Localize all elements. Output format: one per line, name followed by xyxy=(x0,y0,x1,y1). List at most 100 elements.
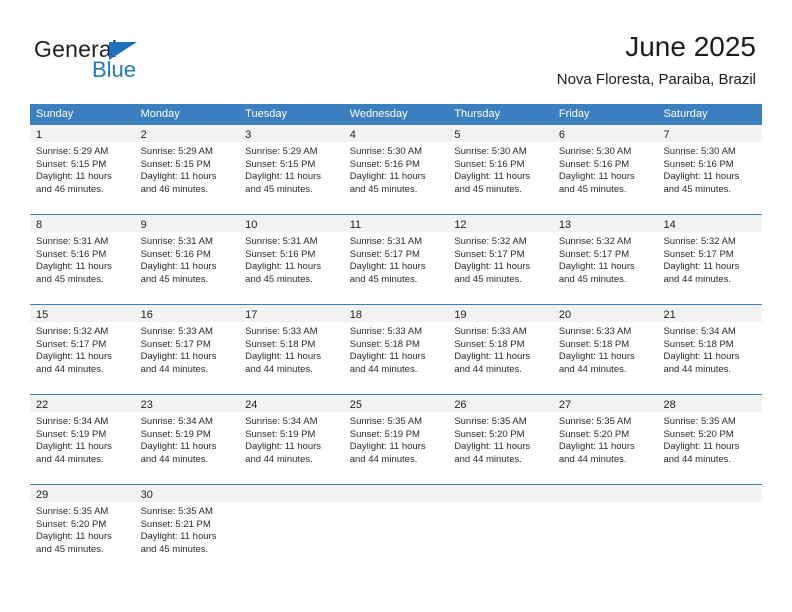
day-cell[interactable]: 9 Sunrise: 5:31 AM Sunset: 5:16 PM Dayli… xyxy=(134,215,240,304)
day-cell[interactable]: 11 Sunrise: 5:31 AM Sunset: 5:17 PM Dayl… xyxy=(343,215,449,304)
day-details: Sunrise: 5:34 AM Sunset: 5:19 PM Dayligh… xyxy=(239,412,344,466)
day-cell[interactable]: 28 Sunrise: 5:35 AM Sunset: 5:20 PM Dayl… xyxy=(657,395,763,484)
day-cell[interactable]: 3 Sunrise: 5:29 AM Sunset: 5:15 PM Dayli… xyxy=(239,125,344,214)
day-cell[interactable]: 30 Sunrise: 5:35 AM Sunset: 5:21 PM Dayl… xyxy=(134,485,240,574)
week-row: 29 Sunrise: 5:35 AM Sunset: 5:20 PM Dayl… xyxy=(30,484,763,574)
day-cell-empty xyxy=(552,485,658,574)
sunset-text: Sunset: 5:19 PM xyxy=(245,428,316,440)
day-cell[interactable]: 1 Sunrise: 5:29 AM Sunset: 5:15 PM Dayli… xyxy=(30,125,135,214)
sunset-text: Sunset: 5:15 PM xyxy=(245,158,316,170)
day-cell[interactable]: 16 Sunrise: 5:33 AM Sunset: 5:17 PM Dayl… xyxy=(134,305,240,394)
daylight-text-line2: and 44 minutes. xyxy=(663,453,732,465)
day-number: 27 xyxy=(558,399,572,411)
day-number: 20 xyxy=(558,309,572,321)
daylight-text-line1: Daylight: 11 hours xyxy=(663,441,740,453)
day-number-band: 28 xyxy=(657,395,763,412)
day-number-band xyxy=(552,485,658,502)
day-cell[interactable]: 7 Sunrise: 5:30 AM Sunset: 5:16 PM Dayli… xyxy=(657,125,763,214)
day-number-band xyxy=(657,485,763,502)
daylight-text-line1: Daylight: 11 hours xyxy=(36,531,112,543)
day-cell[interactable]: 23 Sunrise: 5:34 AM Sunset: 5:19 PM Dayl… xyxy=(134,395,240,484)
day-number: 23 xyxy=(140,399,153,411)
day-details: Sunrise: 5:31 AM Sunset: 5:17 PM Dayligh… xyxy=(344,232,449,286)
daylight-text-line1: Daylight: 11 hours xyxy=(663,351,740,363)
sunset-text: Sunset: 5:17 PM xyxy=(454,248,525,260)
day-cell[interactable]: 12 Sunrise: 5:32 AM Sunset: 5:17 PM Dayl… xyxy=(448,215,553,304)
weekday-header-monday: Monday xyxy=(140,108,180,120)
sunset-text: Sunset: 5:19 PM xyxy=(349,428,420,440)
day-cell[interactable]: 5 Sunrise: 5:30 AM Sunset: 5:16 PM Dayli… xyxy=(448,125,553,214)
daylight-text-line2: and 44 minutes. xyxy=(245,453,313,465)
sunrise-text: Sunrise: 5:31 AM xyxy=(36,236,109,247)
weekday-header-saturday: Saturday xyxy=(663,108,708,120)
sunrise-text: Sunrise: 5:33 AM xyxy=(245,326,318,337)
day-number-band: 4 xyxy=(343,125,449,142)
daylight-text-line2: and 45 minutes. xyxy=(558,183,627,195)
sunset-text: Sunset: 5:18 PM xyxy=(663,338,734,350)
day-details xyxy=(448,502,553,506)
daylight-text-line2: and 45 minutes. xyxy=(36,273,104,285)
day-cell[interactable]: 20 Sunrise: 5:33 AM Sunset: 5:18 PM Dayl… xyxy=(552,305,658,394)
day-cell[interactable]: 27 Sunrise: 5:35 AM Sunset: 5:20 PM Dayl… xyxy=(552,395,658,484)
daylight-text-line2: and 44 minutes. xyxy=(663,273,732,285)
day-cell[interactable]: 4 Sunrise: 5:30 AM Sunset: 5:16 PM Dayli… xyxy=(343,125,449,214)
daylight-text-line1: Daylight: 11 hours xyxy=(454,351,531,363)
day-number: 17 xyxy=(245,309,258,321)
day-details: Sunrise: 5:32 AM Sunset: 5:17 PM Dayligh… xyxy=(448,232,553,286)
sunset-text: Sunset: 5:20 PM xyxy=(663,428,734,440)
daylight-text-line2: and 44 minutes. xyxy=(349,453,418,465)
day-cell[interactable]: 22 Sunrise: 5:34 AM Sunset: 5:19 PM Dayl… xyxy=(30,395,135,484)
sunrise-text: Sunrise: 5:35 AM xyxy=(140,506,213,517)
day-cell[interactable]: 15 Sunrise: 5:32 AM Sunset: 5:17 PM Dayl… xyxy=(30,305,135,394)
sunrise-text: Sunrise: 5:34 AM xyxy=(663,326,736,337)
day-cell[interactable]: 17 Sunrise: 5:33 AM Sunset: 5:18 PM Dayl… xyxy=(239,305,344,394)
day-number: 12 xyxy=(454,219,467,231)
day-number-band: 9 xyxy=(134,215,240,232)
day-details: Sunrise: 5:34 AM Sunset: 5:18 PM Dayligh… xyxy=(657,322,762,376)
day-cell[interactable]: 19 Sunrise: 5:33 AM Sunset: 5:18 PM Dayl… xyxy=(448,305,553,394)
day-cell[interactable]: 24 Sunrise: 5:34 AM Sunset: 5:19 PM Dayl… xyxy=(239,395,344,484)
sunrise-text: Sunrise: 5:29 AM xyxy=(245,146,318,157)
day-cell[interactable]: 14 Sunrise: 5:32 AM Sunset: 5:17 PM Dayl… xyxy=(657,215,763,304)
day-cell-empty xyxy=(448,485,553,574)
day-cell[interactable]: 21 Sunrise: 5:34 AM Sunset: 5:18 PM Dayl… xyxy=(657,305,763,394)
calendar-page: General Blue June 2025 Nova Floresta, Pa… xyxy=(0,0,792,612)
daylight-text-line2: and 44 minutes. xyxy=(36,363,104,375)
day-number-band: 27 xyxy=(552,395,658,412)
daylight-text-line2: and 44 minutes. xyxy=(558,363,627,375)
day-number-band: 18 xyxy=(343,305,449,322)
day-cell[interactable]: 6 Sunrise: 5:30 AM Sunset: 5:16 PM Dayli… xyxy=(552,125,658,214)
day-cell[interactable]: 25 Sunrise: 5:35 AM Sunset: 5:19 PM Dayl… xyxy=(343,395,449,484)
sunset-text: Sunset: 5:16 PM xyxy=(245,248,316,260)
day-number-band: 10 xyxy=(239,215,344,232)
daylight-text-line2: and 45 minutes. xyxy=(245,273,313,285)
day-cell[interactable]: 18 Sunrise: 5:33 AM Sunset: 5:18 PM Dayl… xyxy=(343,305,449,394)
sunset-text: Sunset: 5:16 PM xyxy=(454,158,525,170)
sunset-text: Sunset: 5:18 PM xyxy=(349,338,420,350)
day-details: Sunrise: 5:35 AM Sunset: 5:21 PM Dayligh… xyxy=(135,502,240,556)
sunrise-text: Sunrise: 5:29 AM xyxy=(140,146,213,157)
sunrise-text: Sunrise: 5:31 AM xyxy=(140,236,213,247)
daylight-text-line1: Daylight: 11 hours xyxy=(245,261,322,273)
day-cell[interactable]: 26 Sunrise: 5:35 AM Sunset: 5:20 PM Dayl… xyxy=(448,395,553,484)
day-details: Sunrise: 5:34 AM Sunset: 5:19 PM Dayligh… xyxy=(135,412,240,466)
day-cell[interactable]: 8 Sunrise: 5:31 AM Sunset: 5:16 PM Dayli… xyxy=(30,215,135,304)
daylight-text-line1: Daylight: 11 hours xyxy=(558,171,635,183)
day-cell[interactable]: 10 Sunrise: 5:31 AM Sunset: 5:16 PM Dayl… xyxy=(239,215,344,304)
sunset-text: Sunset: 5:17 PM xyxy=(349,248,420,260)
week-row: 22 Sunrise: 5:34 AM Sunset: 5:19 PM Dayl… xyxy=(30,394,763,484)
day-number-band: 26 xyxy=(448,395,553,412)
day-number: 11 xyxy=(349,219,362,231)
daylight-text-line1: Daylight: 11 hours xyxy=(140,351,217,363)
day-cell[interactable]: 13 Sunrise: 5:32 AM Sunset: 5:17 PM Dayl… xyxy=(552,215,658,304)
daylight-text-line2: and 45 minutes. xyxy=(140,543,209,555)
day-cell[interactable]: 2 Sunrise: 5:29 AM Sunset: 5:15 PM Dayli… xyxy=(134,125,240,214)
brand-logo[interactable]: General Blue xyxy=(34,36,244,86)
day-cell[interactable]: 29 Sunrise: 5:35 AM Sunset: 5:20 PM Dayl… xyxy=(30,485,135,574)
daylight-text-line2: and 44 minutes. xyxy=(454,363,522,375)
daylight-text-line1: Daylight: 11 hours xyxy=(558,351,635,363)
day-number: 6 xyxy=(558,129,566,141)
day-details: Sunrise: 5:35 AM Sunset: 5:20 PM Dayligh… xyxy=(553,412,658,466)
sunrise-text: Sunrise: 5:30 AM xyxy=(558,146,632,157)
day-number-band: 29 xyxy=(30,485,135,502)
